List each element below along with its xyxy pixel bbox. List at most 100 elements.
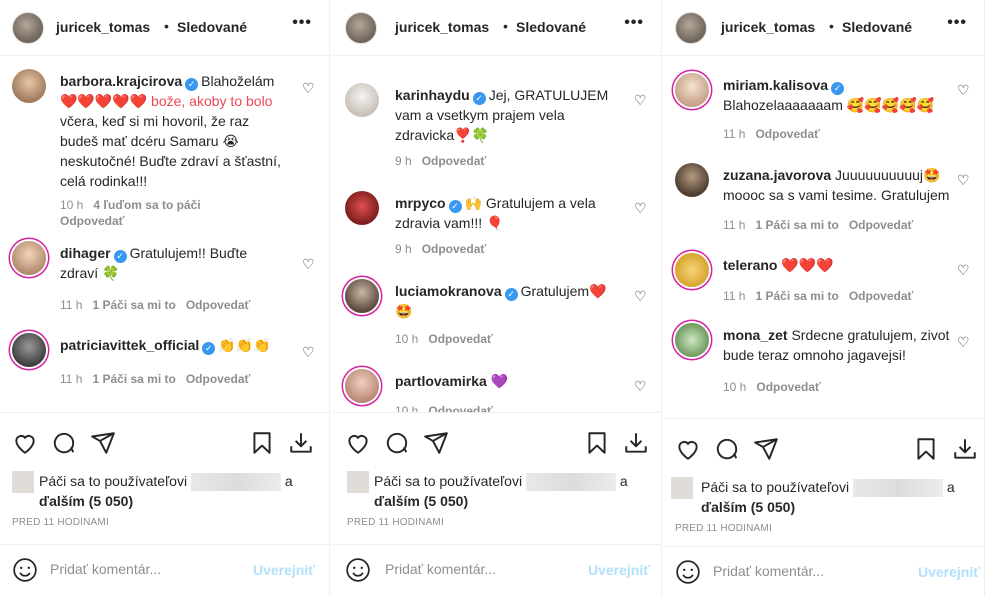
post-button[interactable]: Uverejniť [588,562,650,578]
blurred-username[interactable] [190,473,281,492]
comment-icon[interactable] [714,436,740,462]
download-icon[interactable] [288,430,314,456]
blurred-username[interactable] [525,473,616,492]
like-comment-icon[interactable]: ♡ [302,81,316,95]
avatar[interactable] [12,241,46,275]
comment-time[interactable]: 9 h [395,242,412,256]
follow-status[interactable]: Sledované [177,19,247,35]
avatar[interactable] [12,471,34,493]
comment-time[interactable]: 11 h [60,298,82,312]
reply-button[interactable]: Odpovedať [428,332,492,346]
comment-time[interactable]: 10 h [60,198,83,212]
comment-username[interactable]: telerano [723,257,777,273]
heart-icon[interactable] [345,430,371,456]
share-icon[interactable] [90,430,116,456]
comment-username[interactable]: mona_zet [723,327,788,343]
like-comment-icon[interactable]: ♡ [957,173,971,187]
avatar[interactable] [345,12,377,44]
comment-time[interactable]: 11 h [60,372,82,386]
like-comment-icon[interactable]: ♡ [634,93,648,107]
likes-count[interactable]: ďalším (5 050) [701,499,795,515]
smile-icon[interactable] [345,557,371,583]
avatar[interactable] [675,253,709,287]
smile-icon[interactable] [675,559,701,585]
heart-icon[interactable] [675,436,701,462]
bookmark-icon[interactable] [913,436,939,462]
heart-icon[interactable] [12,430,38,456]
bookmark-icon[interactable] [584,430,610,456]
avatar[interactable] [675,323,709,357]
comment-likes[interactable]: 1 Páči sa mi to [755,289,838,303]
comment-likes[interactable]: 1 Páči sa mi to [755,218,838,232]
comments-list[interactable]: barbora.krajcirova ✓ Blahoželám ❤️❤️❤️❤️❤️… [0,57,330,412]
comments-list[interactable]: miriam.kalisova ✓ Blahozelaaaaaaam 🥰🥰🥰🥰🥰 … [663,57,985,412]
comment-input[interactable] [50,561,240,577]
post-timestamp[interactable]: PRED 11 HODINAMI [347,517,444,528]
comment-time[interactable]: 9 h [395,154,412,168]
avatar[interactable] [345,279,379,313]
likes-count[interactable]: ďalším (5 050) [374,493,468,509]
comment-username[interactable]: miriam.kalisova [723,77,828,93]
share-icon[interactable] [753,436,779,462]
like-comment-icon[interactable]: ♡ [957,263,971,277]
reply-button[interactable]: Odpovedať [755,127,819,141]
avatar[interactable] [345,83,379,117]
avatar[interactable] [675,73,709,107]
download-icon[interactable] [952,436,978,462]
comment-icon[interactable] [51,430,77,456]
comment-username[interactable]: barbora.krajcirova [60,73,182,89]
reply-button[interactable]: Odpovedať [60,214,124,228]
post-button[interactable]: Uverejniť [253,562,315,578]
header-username[interactable]: juricek_tomas [721,19,815,35]
comments-list[interactable]: karinhaydu ✓ Jej, GRATULUJEM vam a vsetkym… [333,57,662,412]
reply-button[interactable]: Odpovedať [428,404,492,412]
like-comment-icon[interactable]: ♡ [302,257,316,271]
download-icon[interactable] [623,430,649,456]
avatar[interactable] [671,477,693,499]
post-timestamp[interactable]: PRED 11 HODINAMI [675,523,772,534]
comment-time[interactable]: 10 h [723,380,746,394]
smile-icon[interactable] [12,557,38,583]
like-comment-icon[interactable]: ♡ [634,201,648,215]
bookmark-icon[interactable] [249,430,275,456]
likes-count[interactable]: ďalším (5 050) [39,493,133,509]
reply-button[interactable]: Odpovedať [422,242,486,256]
avatar[interactable] [12,12,44,44]
avatar[interactable] [12,69,46,103]
post-button[interactable]: Uverejniť [918,564,980,580]
post-timestamp[interactable]: PRED 11 HODINAMI [12,517,109,528]
comment-time[interactable]: 11 h [723,218,745,232]
comment-input[interactable] [385,561,575,577]
like-comment-icon[interactable]: ♡ [957,335,971,349]
more-options-icon[interactable]: ••• [292,14,312,32]
comment-time[interactable]: 11 h [723,127,745,141]
follow-status[interactable]: Sledované [842,19,912,35]
follow-status[interactable]: Sledované [516,19,586,35]
comment-username[interactable]: partlovamirka [395,373,487,389]
comment-username[interactable]: patriciavittek_official [60,337,199,353]
comment-username[interactable]: mrpyco [395,195,446,211]
share-icon[interactable] [423,430,449,456]
comment-username[interactable]: karinhaydu [395,87,470,103]
comment-input[interactable] [713,563,903,579]
reply-button[interactable]: Odpovedať [186,372,250,386]
comment-likes[interactable]: 4 ľuďom sa to páči [93,198,200,212]
reply-button[interactable]: Odpovedať [849,289,913,303]
comment-icon[interactable] [384,430,410,456]
like-comment-icon[interactable]: ♡ [302,345,316,359]
avatar[interactable] [675,163,709,197]
avatar[interactable] [345,369,379,403]
reply-button[interactable]: Odpovedať [756,380,820,394]
comment-time[interactable]: 10 h [395,332,418,346]
header-username[interactable]: juricek_tomas [395,19,489,35]
comment-username[interactable]: luciamokranova [395,283,502,299]
comment-time[interactable]: 10 h [395,404,418,412]
more-options-icon[interactable]: ••• [947,14,967,32]
reply-button[interactable]: Odpovedať [849,218,913,232]
avatar[interactable] [347,471,369,493]
like-comment-icon[interactable]: ♡ [634,289,648,303]
avatar[interactable] [345,191,379,225]
like-comment-icon[interactable]: ♡ [957,83,971,97]
reply-button[interactable]: Odpovedať [422,154,486,168]
comment-likes[interactable]: 1 Páči sa mi to [92,372,175,386]
